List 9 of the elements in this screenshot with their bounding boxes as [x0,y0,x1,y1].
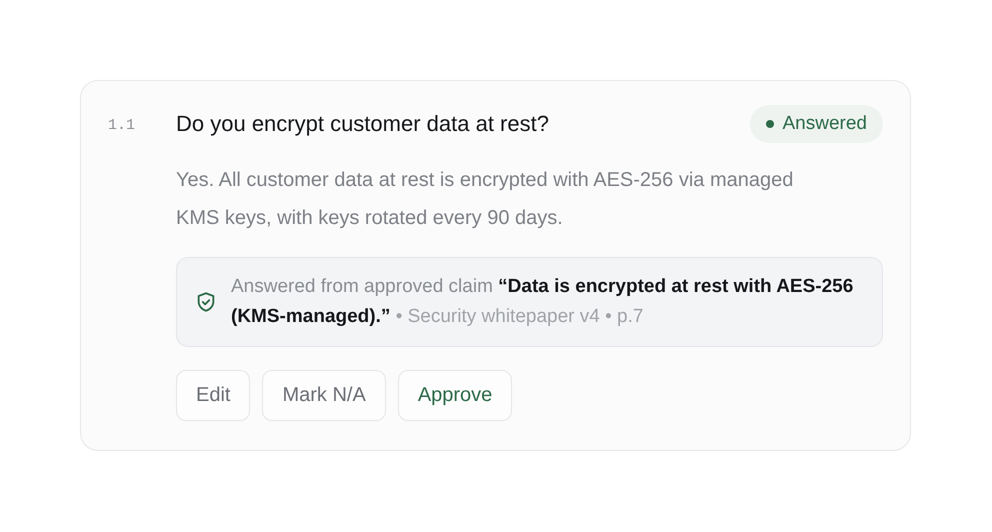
shield-check-icon [195,291,217,313]
question-text: Do you encrypt customer data at rest? [176,111,549,137]
action-button[interactable]: Edit [176,370,250,421]
question-number: 1.1 [108,116,136,136]
status-badge: Answered [750,105,883,143]
answer-text: Yes. All customer data at rest is encrypted with AES-256 via managed KMS keys, with keys rotated every 90 days. [176,168,794,231]
action-button[interactable]: Approve [398,370,512,421]
claim-text: Answered from approved claim “Data is encrypted at rest with AES-256 (KMS-managed).” • Security whitepaper v4 • p.7 [231,275,854,329]
action-button[interactable]: Mark N/A [262,370,386,421]
